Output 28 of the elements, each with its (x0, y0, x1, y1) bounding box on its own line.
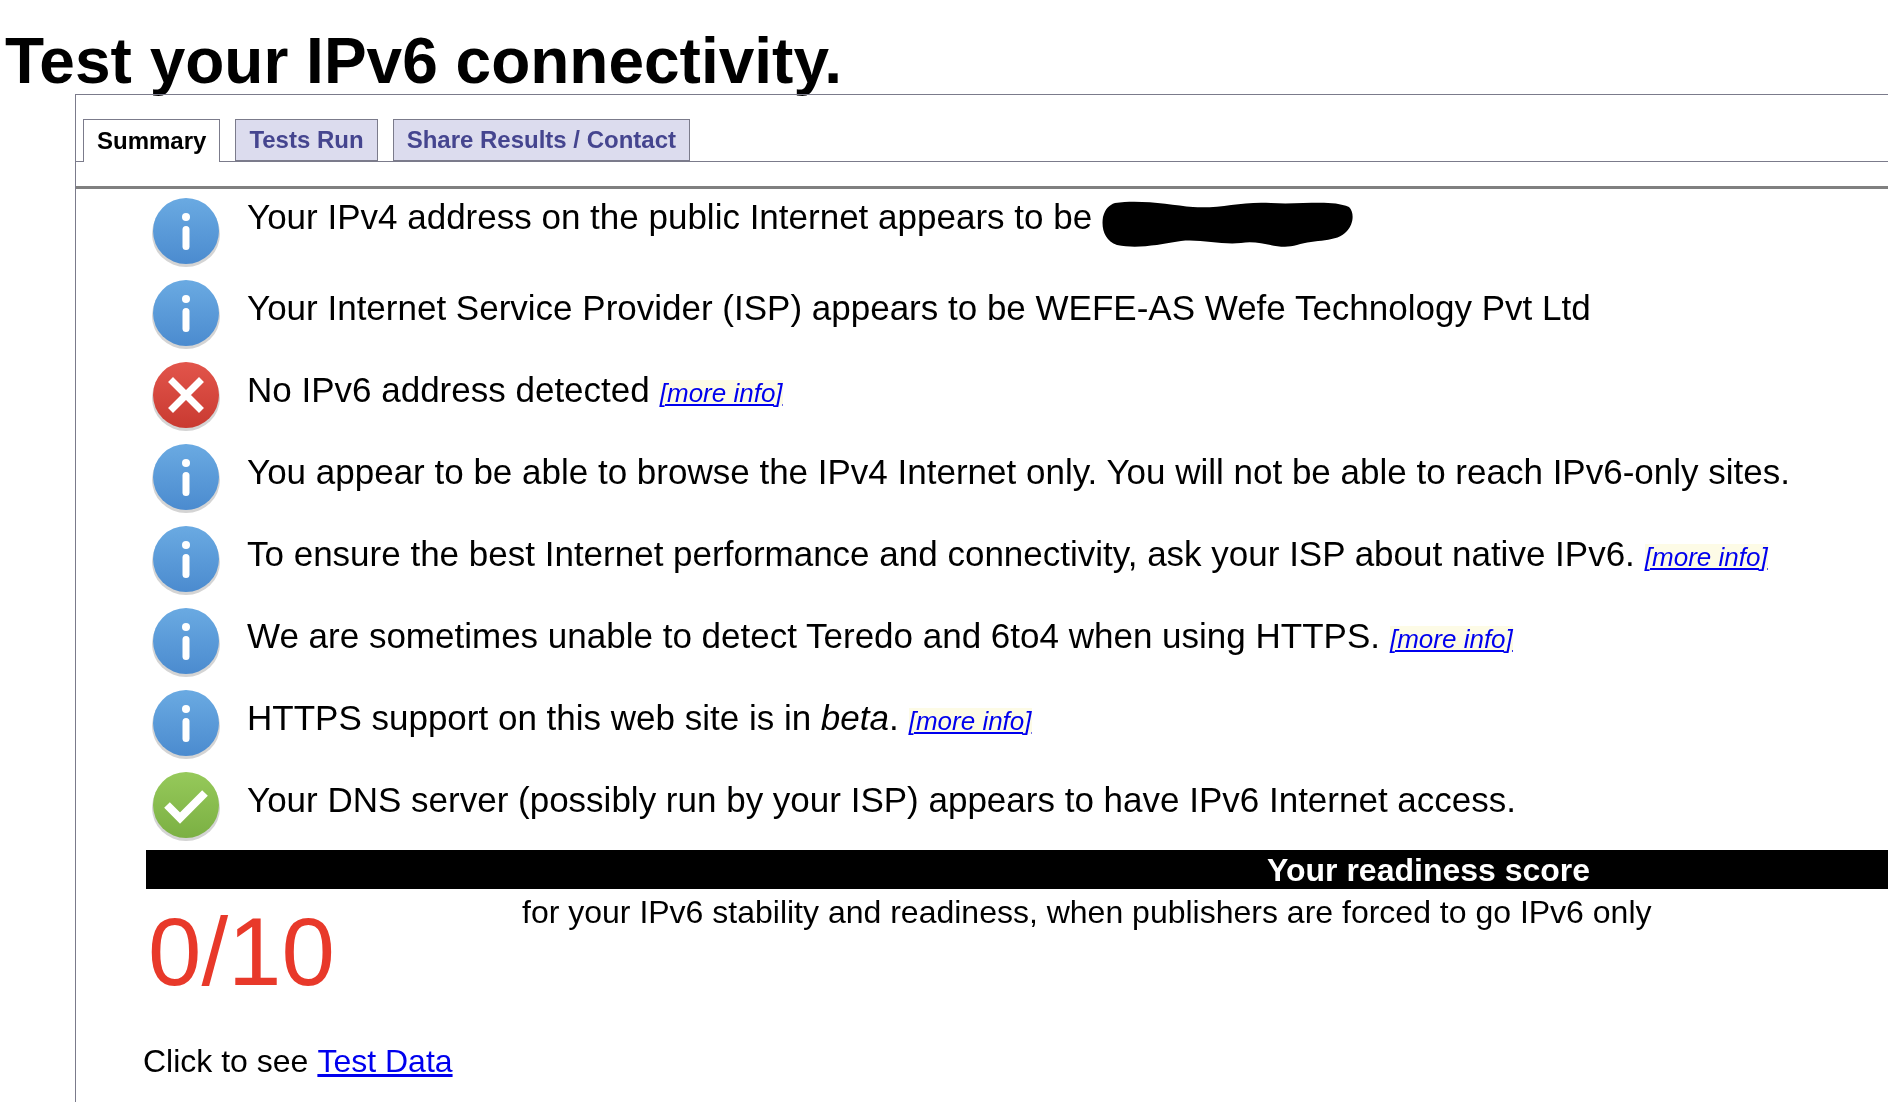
error-icon (151, 361, 221, 431)
score-heading: Your readiness score (1267, 853, 1591, 886)
info-icon (151, 607, 221, 677)
status-message: Your Internet Service Provider (ISP) appears to be WEFE-AS Wefe Technology Pvt Ltd (247, 289, 1591, 325)
more-info-link[interactable]: [more info] (659, 379, 783, 406)
checkmark-icon (151, 771, 221, 841)
tab[interactable]: Share Results / Contact (392, 119, 691, 161)
status-message: To ensure the best Internet performance and connectivity, ask your ISP about native IPv6. (247, 535, 1635, 571)
status-message: No IPv6 address detected (247, 371, 650, 407)
footer-text: Click to see (143, 1045, 309, 1077)
score-description: for your IPv6 stability and readiness, when publishers are forced to go IPv6 only (522, 896, 1652, 928)
info-icon (151, 525, 221, 595)
status-message: We are sometimes unable to detect Teredo and 6to4 when using HTTPS. (247, 617, 1380, 653)
readiness-score: 0/10 (148, 904, 335, 1000)
info-icon (151, 279, 221, 349)
info-icon (151, 689, 221, 759)
status-message: Your IPv4 address on the public Internet appears to be (247, 199, 1093, 234)
more-info-link[interactable]: [more info] (1644, 543, 1768, 570)
info-icon (151, 197, 221, 267)
tab[interactable]: Summary (83, 119, 221, 162)
tab[interactable]: Tests Run (235, 119, 378, 161)
more-info-link[interactable]: [more info] (908, 707, 1032, 734)
more-info-link[interactable]: [more info] (1389, 625, 1513, 652)
status-message: HTTPS support on this web site is in beta. (247, 699, 899, 735)
status-message: You appear to be able to browse the IPv4 Internet only. You will not be able to reach IPv6-only sites. (247, 453, 1790, 489)
status-message: Your DNS server (possibly run by your ISP) appears to have IPv6 Internet access. (247, 781, 1517, 817)
test-data-link[interactable]: Test Data (317, 1045, 453, 1077)
info-icon (151, 443, 221, 513)
